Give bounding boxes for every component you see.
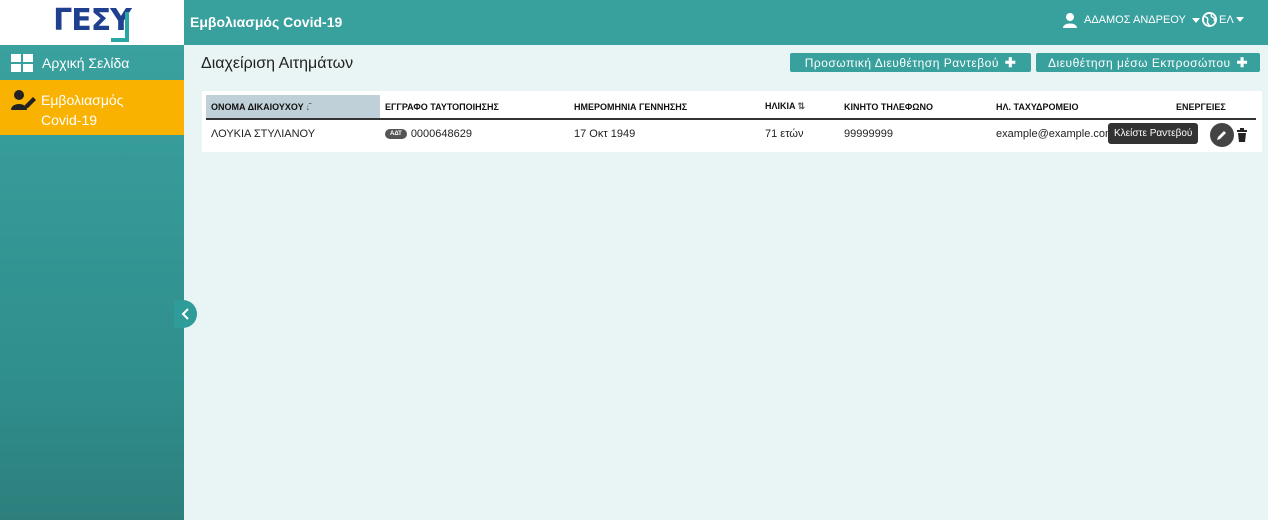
page-title: Διαχείριση Αιτημάτων [201,55,354,72]
language-label: ΕΛ [1219,13,1234,26]
cell-mobile: 99999999 [844,127,893,140]
requests-table: ΟΝΟΜΑ ΔΙΚΑΙΟΥΧΟΥ ↓̄ ΕΓΓΡΑΦΟ ΤΑΥΤΟΠΟΙΗΣΗΣ … [206,95,1256,147]
globe-icon [1202,12,1217,27]
column-header-email: ΗΛ. ΤΑΧΥΔΡΟΜΕΙΟ [991,95,1171,120]
column-header-mobile: ΚΙΝΗΤΟ ΤΗΛΕΦΩΝΟ [839,95,991,120]
column-header-actions: ΕΝΕΡΓΕΙΕΣ [1171,95,1256,120]
doc-type-badge: ΑΔΤ [385,128,407,139]
user-edit-icon [11,90,36,110]
plus-icon: ✚ [1004,54,1017,70]
user-name: ΑΔΑΜΟΣ ΑΝΔΡΕΟΥ [1084,14,1186,26]
cell-birth-date: 17 Οκτ 1949 [574,127,636,140]
table-row: ΛΟΥΚΙΑ ΣΤΥΛΙΑΝΟΥ ΑΔΤ 0000648629 17 Οκτ 19… [206,119,1256,147]
sidebar-item-covid-vaccination[interactable]: Εμβολιασμός Covid-19 [0,80,184,135]
table-header-row: ΟΝΟΜΑ ΔΙΚΑΙΟΥΧΟΥ ↓̄ ΕΓΓΡΑΦΟ ΤΑΥΤΟΠΟΙΗΣΗΣ … [206,95,1256,120]
doc-number: 0000648629 [410,127,472,140]
personal-appointment-button[interactable]: Προσωπική Διευθέτηση Ραντεβού ✚ [790,53,1031,72]
sidebar-item-label: Εμβολιασμός Covid-19 [41,92,124,128]
button-label: Διευθέτηση μέσω Εκπροσώπου [1048,55,1231,70]
user-icon [1063,13,1077,28]
cell-name: ΛΟΥΚΙΑ ΣΤΥΛΙΑΝΟΥ [211,127,316,140]
chevron-down-icon [1235,17,1244,22]
button-label: Προσωπική Διευθέτηση Ραντεβού [804,55,999,70]
cell-id-document: ΑΔΤ 0000648629 [380,119,569,147]
logo[interactable]: ΓΕΣΥ [0,0,184,45]
logo-accent [111,12,129,42]
main-content: Διαχείριση Αιτημάτων Προσωπική Διευθέτησ… [184,45,1268,520]
representative-appointment-button[interactable]: Διευθέτηση μέσω Εκπροσώπου ✚ [1036,53,1260,72]
sort-icon: ⇅ [797,101,806,111]
requests-table-card: ΟΝΟΜΑ ΔΙΚΑΙΟΥΧΟΥ ↓̄ ΕΓΓΡΑΦΟ ΤΑΥΤΟΠΟΙΗΣΗΣ … [202,91,1262,152]
sidebar-item-label: Αρχική Σελίδα [42,54,130,71]
user-menu[interactable]: ΑΔΑΜΟΣ ΑΝΔΡΕΟΥ [1062,12,1200,28]
book-appointment-button[interactable] [1210,123,1234,147]
cell-age: 71 ετών [765,127,804,140]
chevron-down-icon [1191,17,1200,23]
plus-icon: ✚ [1236,54,1248,70]
app-title: Εμβολιασμός Covid-19 [190,14,343,30]
pencil-icon [1217,131,1226,140]
column-header-id-document: ΕΓΓΡΑΦΟ ΤΑΥΤΟΠΟΙΗΣΗΣ [380,95,569,120]
sidebar: Αρχική Σελίδα Εμβολιασμός Covid-19 [0,45,184,520]
language-menu[interactable]: ΕΛ [1202,12,1244,27]
dashboard-icon [11,53,33,72]
trash-icon [1237,128,1247,142]
delete-button[interactable] [1236,128,1248,142]
column-header-birth-date: ΗΜΕΡΟΜΗΝΙΑ ΓΕΝΝΗΣΗΣ [569,95,760,120]
column-header-name[interactable]: ΟΝΟΜΑ ΔΙΚΑΙΟΥΧΟΥ ↓̄ [206,95,380,120]
column-header-age[interactable]: ΗΛΙΚΙΑ ⇅ [760,95,839,120]
top-bar: Εμβολιασμός Covid-19 ΑΔΑΜΟΣ ΑΝΔΡΕΟΥ ΕΛ [184,0,1268,45]
sort-desc-icon: ↓̄ [305,101,311,112]
sidebar-item-home[interactable]: Αρχική Σελίδα [0,45,184,80]
book-appointment-tooltip: Κλείστε Ραντεβού [1108,123,1199,144]
